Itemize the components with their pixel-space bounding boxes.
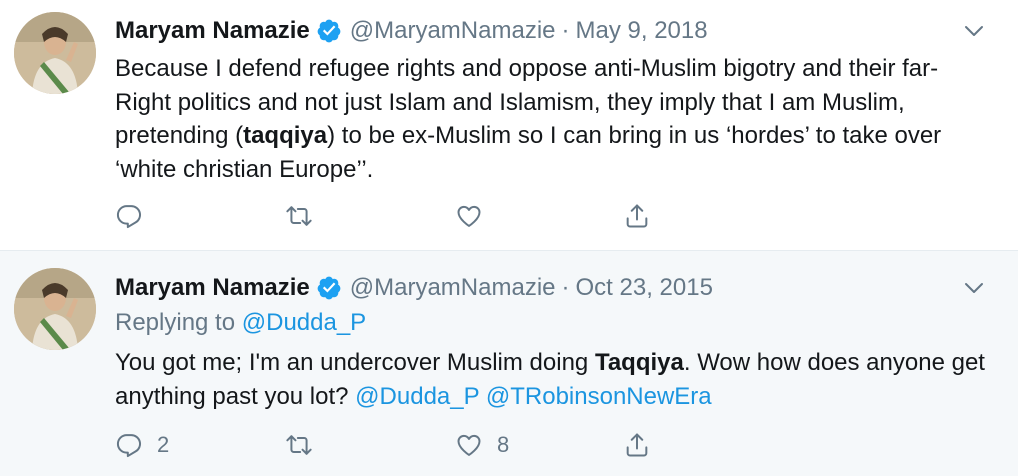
- author-handle[interactable]: @MaryamNamazie: [350, 274, 556, 302]
- reply-count: 2: [157, 432, 170, 457]
- avatar[interactable]: [14, 12, 96, 94]
- like-button[interactable]: 8: [455, 429, 509, 461]
- share-button[interactable]: [623, 429, 651, 461]
- avatar-image: [14, 268, 96, 350]
- separator: ·: [561, 17, 570, 44]
- retweet-button[interactable]: [285, 429, 327, 461]
- heart-icon: [457, 205, 481, 227]
- bold-keyword: Taqqiya: [594, 349, 684, 376]
- bold-keyword: taqqiya: [243, 122, 328, 149]
- avatar-image: [14, 12, 96, 94]
- tweet-header: Maryam Namazie @MaryamNamazie · Oct 23, …: [115, 271, 713, 305]
- tweet-text: Because I defend refugee rights and oppo…: [115, 55, 942, 183]
- share-icon: [626, 204, 648, 228]
- author-name[interactable]: Maryam Namazie: [115, 274, 310, 302]
- retweet-icon: [286, 206, 312, 226]
- like-count: 8: [497, 432, 510, 457]
- tweet-date[interactable]: Oct 23, 2015: [576, 274, 713, 302]
- share-button[interactable]: [623, 200, 651, 232]
- reply-icon: [116, 434, 142, 458]
- verified-badge-icon: [316, 275, 342, 301]
- separator: ·: [561, 274, 570, 301]
- chevron-down-icon[interactable]: [962, 276, 986, 300]
- reply-icon: [116, 205, 142, 229]
- retweet-icon: [286, 435, 312, 455]
- verified-badge-icon: [316, 18, 342, 44]
- replying-mention[interactable]: @Dudda_P: [242, 309, 366, 336]
- chevron-down-icon[interactable]: [962, 19, 986, 43]
- tweet-2[interactable]: Maryam Namazie @MaryamNamazie · Oct 23, …: [0, 251, 1018, 476]
- tweet-1[interactable]: Maryam Namazie @MaryamNamazie · May 9, 2…: [0, 0, 1018, 251]
- like-button[interactable]: [455, 200, 497, 232]
- avatar[interactable]: [14, 268, 96, 350]
- replying-to: Replying to @Dudda_P: [115, 309, 366, 337]
- replying-label: Replying to: [115, 309, 236, 336]
- share-icon: [626, 433, 648, 457]
- reply-button[interactable]: 2: [115, 429, 169, 461]
- tweet-text: You got me; I'm an undercover Muslim doi…: [115, 349, 985, 410]
- author-name[interactable]: Maryam Namazie: [115, 17, 310, 45]
- heart-icon: [457, 434, 481, 456]
- tweet-date[interactable]: May 9, 2018: [576, 17, 708, 45]
- tweet-header: Maryam Namazie @MaryamNamazie · May 9, 2…: [115, 14, 708, 48]
- mention-link[interactable]: @Dudda_P: [355, 383, 479, 410]
- reply-button[interactable]: [115, 200, 157, 232]
- author-handle[interactable]: @MaryamNamazie: [350, 17, 556, 45]
- retweet-button[interactable]: [285, 200, 327, 232]
- mention-link[interactable]: @TRobinsonNewEra: [486, 383, 712, 410]
